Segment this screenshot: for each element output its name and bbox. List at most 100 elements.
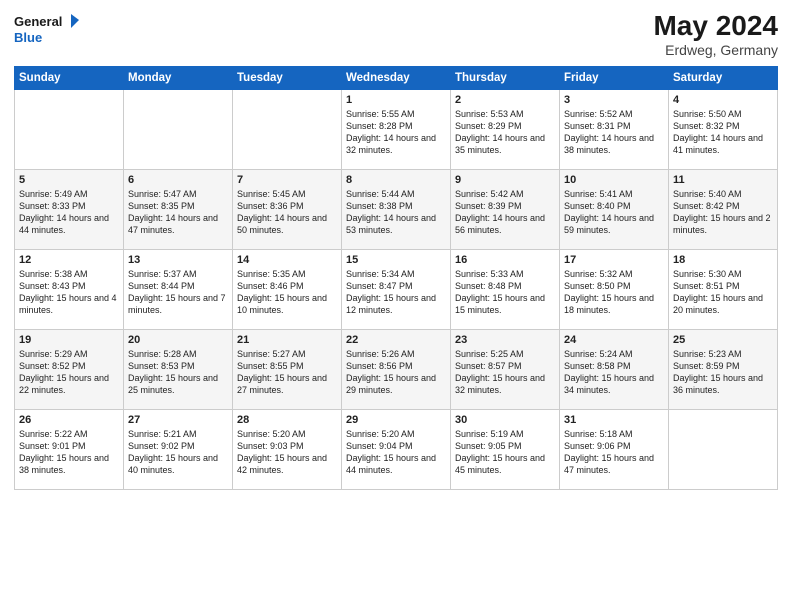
day-number: 14 <box>237 254 337 266</box>
calendar-cell: 22 Sunrise: 5:26 AM Sunset: 8:56 PM Dayli… <box>342 330 451 410</box>
location: Erdweg, Germany <box>653 42 778 58</box>
cell-content: Sunrise: 5:50 AM Sunset: 8:32 PM Dayligh… <box>673 108 773 157</box>
day-number: 22 <box>346 334 446 346</box>
calendar-cell: 16 Sunrise: 5:33 AM Sunset: 8:48 PM Dayli… <box>451 250 560 330</box>
day-number: 5 <box>19 174 119 186</box>
cell-content: Sunrise: 5:22 AM Sunset: 9:01 PM Dayligh… <box>19 428 119 477</box>
calendar-cell: 6Sunrise: 5:47 AM Sunset: 8:35 PM Daylig… <box>124 170 233 250</box>
cell-content: Sunrise: 5:34 AM Sunset: 8:47 PM Dayligh… <box>346 268 446 317</box>
day-header-thursday: Thursday <box>451 67 560 90</box>
cell-content: Sunrise: 5:21 AM Sunset: 9:02 PM Dayligh… <box>128 428 228 477</box>
calendar-cell: 25 Sunrise: 5:23 AM Sunset: 8:59 PM Dayli… <box>669 330 778 410</box>
day-number: 29 <box>346 414 446 426</box>
logo-svg: General Blue <box>14 10 84 50</box>
day-number: 25 <box>673 334 773 346</box>
day-number: 11 <box>673 174 773 186</box>
day-number: 13 <box>128 254 228 266</box>
cell-content: Sunrise: 5:30 AM Sunset: 8:51 PM Dayligh… <box>673 268 773 317</box>
day-number: 7 <box>237 174 337 186</box>
day-number: 15 <box>346 254 446 266</box>
calendar-cell: 13 Sunrise: 5:37 AM Sunset: 8:44 PM Dayli… <box>124 250 233 330</box>
day-number: 23 <box>455 334 555 346</box>
svg-text:Blue: Blue <box>14 30 42 45</box>
calendar-cell: 15 Sunrise: 5:34 AM Sunset: 8:47 PM Dayli… <box>342 250 451 330</box>
cell-content: Sunrise: 5:32 AM Sunset: 8:50 PM Dayligh… <box>564 268 664 317</box>
day-number: 26 <box>19 414 119 426</box>
cell-content: Sunrise: 5:49 AM Sunset: 8:33 PM Dayligh… <box>19 188 119 237</box>
calendar-cell: 19 Sunrise: 5:29 AM Sunset: 8:52 PM Dayli… <box>15 330 124 410</box>
cell-content: Sunrise: 5:29 AM Sunset: 8:52 PM Dayligh… <box>19 348 119 397</box>
cell-content: Sunrise: 5:45 AM Sunset: 8:36 PM Dayligh… <box>237 188 337 237</box>
day-number: 10 <box>564 174 664 186</box>
cell-content: Sunrise: 5:47 AM Sunset: 8:35 PM Dayligh… <box>128 188 228 237</box>
cell-content: Sunrise: 5:23 AM Sunset: 8:59 PM Dayligh… <box>673 348 773 397</box>
day-number: 9 <box>455 174 555 186</box>
calendar-cell: 12Sunrise: 5:38 AM Sunset: 8:43 PM Dayli… <box>15 250 124 330</box>
day-number: 17 <box>564 254 664 266</box>
cell-content: Sunrise: 5:38 AM Sunset: 8:43 PM Dayligh… <box>19 268 119 317</box>
calendar-cell: 1Sunrise: 5:55 AM Sunset: 8:28 PM Daylig… <box>342 90 451 170</box>
day-number: 18 <box>673 254 773 266</box>
calendar-table: SundayMondayTuesdayWednesdayThursdayFrid… <box>14 66 778 490</box>
cell-content: Sunrise: 5:27 AM Sunset: 8:55 PM Dayligh… <box>237 348 337 397</box>
cell-content: Sunrise: 5:53 AM Sunset: 8:29 PM Dayligh… <box>455 108 555 157</box>
cell-content: Sunrise: 5:20 AM Sunset: 9:03 PM Dayligh… <box>237 428 337 477</box>
day-number: 20 <box>128 334 228 346</box>
day-number: 24 <box>564 334 664 346</box>
calendar-cell: 27 Sunrise: 5:21 AM Sunset: 9:02 PM Dayli… <box>124 410 233 490</box>
calendar-cell: 26 Sunrise: 5:22 AM Sunset: 9:01 PM Dayli… <box>15 410 124 490</box>
day-number: 8 <box>346 174 446 186</box>
header: General Blue May 2024 Erdweg, Germany <box>14 10 778 58</box>
calendar-cell: 30 Sunrise: 5:19 AM Sunset: 9:05 PM Dayli… <box>451 410 560 490</box>
calendar-cell: 24 Sunrise: 5:24 AM Sunset: 8:58 PM Dayli… <box>560 330 669 410</box>
cell-content: Sunrise: 5:52 AM Sunset: 8:31 PM Dayligh… <box>564 108 664 157</box>
calendar-cell: 7 Sunrise: 5:45 AM Sunset: 8:36 PM Daylig… <box>233 170 342 250</box>
calendar-cell: 18 Sunrise: 5:30 AM Sunset: 8:51 PM Dayli… <box>669 250 778 330</box>
day-number: 28 <box>237 414 337 426</box>
cell-content: Sunrise: 5:37 AM Sunset: 8:44 PM Dayligh… <box>128 268 228 317</box>
day-header-monday: Monday <box>124 67 233 90</box>
logo: General Blue <box>14 10 84 50</box>
month-year: May 2024 <box>653 10 778 42</box>
calendar-cell: 29 Sunrise: 5:20 AM Sunset: 9:04 PM Dayli… <box>342 410 451 490</box>
calendar-cell: 20 Sunrise: 5:28 AM Sunset: 8:53 PM Dayli… <box>124 330 233 410</box>
svg-text:General: General <box>14 14 62 29</box>
day-number: 16 <box>455 254 555 266</box>
cell-content: Sunrise: 5:25 AM Sunset: 8:57 PM Dayligh… <box>455 348 555 397</box>
cell-content: Sunrise: 5:19 AM Sunset: 9:05 PM Dayligh… <box>455 428 555 477</box>
calendar-cell: 23 Sunrise: 5:25 AM Sunset: 8:57 PM Dayli… <box>451 330 560 410</box>
day-header-sunday: Sunday <box>15 67 124 90</box>
calendar-cell: 11Sunrise: 5:40 AM Sunset: 8:42 PM Dayli… <box>669 170 778 250</box>
cell-content: Sunrise: 5:18 AM Sunset: 9:06 PM Dayligh… <box>564 428 664 477</box>
calendar-cell: 4 Sunrise: 5:50 AM Sunset: 8:32 PM Daylig… <box>669 90 778 170</box>
cell-content: Sunrise: 5:55 AM Sunset: 8:28 PM Dayligh… <box>346 108 446 157</box>
calendar-cell: 3Sunrise: 5:52 AM Sunset: 8:31 PM Daylig… <box>560 90 669 170</box>
calendar-cell <box>15 90 124 170</box>
cell-content: Sunrise: 5:35 AM Sunset: 8:46 PM Dayligh… <box>237 268 337 317</box>
day-number: 19 <box>19 334 119 346</box>
day-number: 4 <box>673 94 773 106</box>
cell-content: Sunrise: 5:33 AM Sunset: 8:48 PM Dayligh… <box>455 268 555 317</box>
day-header-friday: Friday <box>560 67 669 90</box>
day-number: 27 <box>128 414 228 426</box>
day-number: 2 <box>455 94 555 106</box>
calendar-cell: 28 Sunrise: 5:20 AM Sunset: 9:03 PM Dayli… <box>233 410 342 490</box>
cell-content: Sunrise: 5:24 AM Sunset: 8:58 PM Dayligh… <box>564 348 664 397</box>
cell-content: Sunrise: 5:42 AM Sunset: 8:39 PM Dayligh… <box>455 188 555 237</box>
cell-content: Sunrise: 5:26 AM Sunset: 8:56 PM Dayligh… <box>346 348 446 397</box>
calendar-cell: 8 Sunrise: 5:44 AM Sunset: 8:38 PM Daylig… <box>342 170 451 250</box>
page-container: General Blue May 2024 Erdweg, Germany Su… <box>0 0 792 500</box>
cell-content: Sunrise: 5:28 AM Sunset: 8:53 PM Dayligh… <box>128 348 228 397</box>
day-header-saturday: Saturday <box>669 67 778 90</box>
calendar-cell <box>669 410 778 490</box>
day-number: 30 <box>455 414 555 426</box>
calendar-cell: 14 Sunrise: 5:35 AM Sunset: 8:46 PM Dayli… <box>233 250 342 330</box>
cell-content: Sunrise: 5:20 AM Sunset: 9:04 PM Dayligh… <box>346 428 446 477</box>
calendar-cell: 2 Sunrise: 5:53 AM Sunset: 8:29 PM Daylig… <box>451 90 560 170</box>
cell-content: Sunrise: 5:44 AM Sunset: 8:38 PM Dayligh… <box>346 188 446 237</box>
day-header-tuesday: Tuesday <box>233 67 342 90</box>
calendar-cell <box>124 90 233 170</box>
day-number: 31 <box>564 414 664 426</box>
day-header-wednesday: Wednesday <box>342 67 451 90</box>
calendar-cell <box>233 90 342 170</box>
